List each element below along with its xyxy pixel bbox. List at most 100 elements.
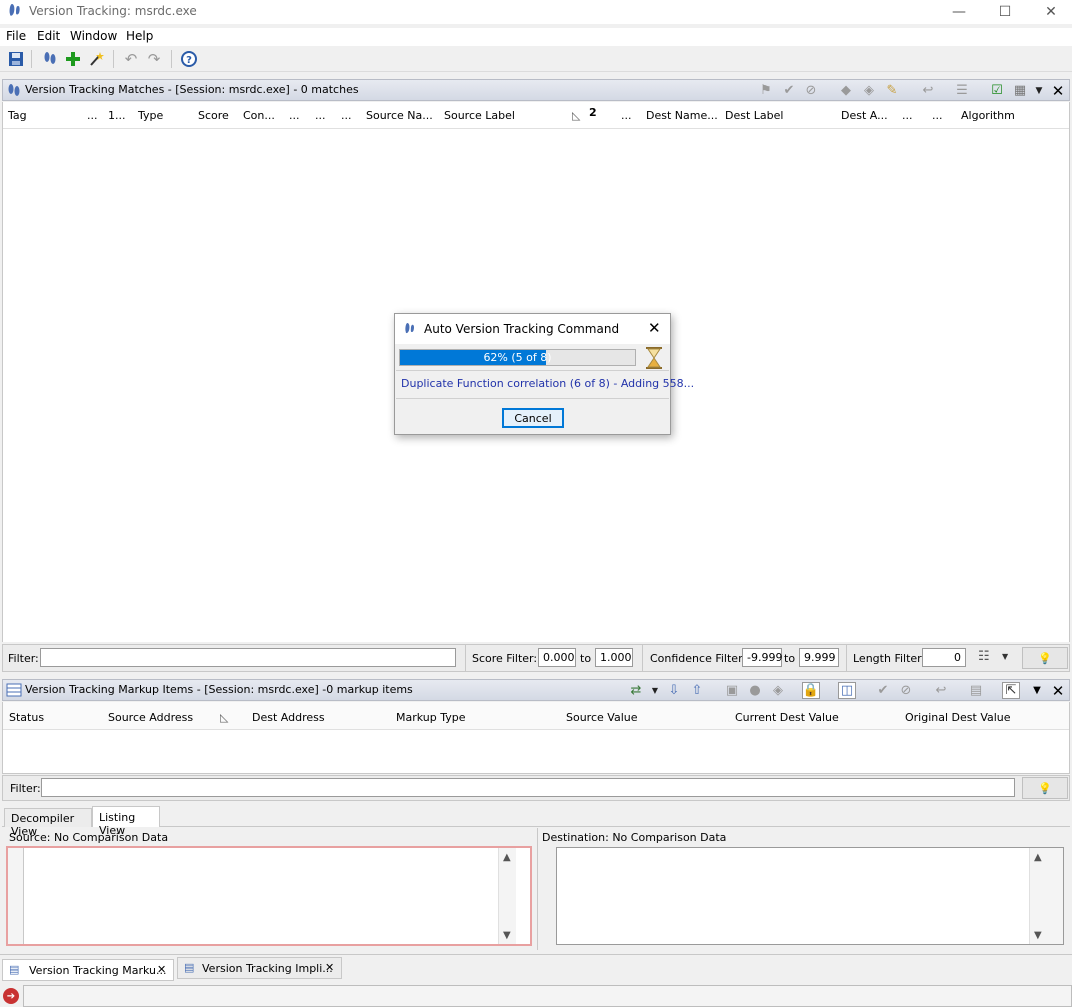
revert-icon[interactable]: ↩ (932, 682, 950, 699)
ghidra-dragon-icon[interactable]: ➔ (3, 988, 19, 1004)
col-dest-name[interactable]: Dest Name... (646, 109, 718, 122)
col-markup-type[interactable]: Markup Type (396, 711, 466, 724)
undo-icon[interactable]: ↶ (121, 49, 141, 69)
col-original-dest-value[interactable]: Original Dest Value (905, 711, 1011, 724)
col-type[interactable]: Type (138, 109, 163, 122)
matches-filter-bar: Filter: Score Filter: 0.000 to 1.000 Con… (2, 644, 1070, 672)
col-dest-address[interactable]: Dest A... (841, 109, 888, 122)
panel-close-icon[interactable]: ✕ (1049, 682, 1067, 700)
col-score[interactable]: Score (198, 109, 229, 122)
markup-filter-input[interactable] (41, 778, 1015, 797)
circle-icon[interactable]: ● (746, 682, 764, 699)
col-tag[interactable]: Tag (8, 109, 27, 122)
col-ellipsis[interactable]: ... (87, 109, 98, 122)
cursor-icon[interactable]: ⇱ (1002, 682, 1020, 699)
flag-icon[interactable]: ⚑ (757, 82, 775, 99)
col-source-name[interactable]: Source Na... (366, 109, 433, 122)
minimize-button[interactable]: — (936, 0, 982, 24)
footprints-icon[interactable] (40, 49, 60, 69)
col-dest-label[interactable]: Dest Label (725, 109, 783, 122)
length-filter-input[interactable]: 0 (922, 648, 966, 667)
title-bar: Version Tracking: msrdc.exe — ☐ ✕ (0, 0, 1072, 24)
col-status[interactable]: Status (9, 711, 44, 724)
import-icon[interactable]: ⇩ (665, 682, 683, 699)
menu-edit[interactable]: Edit (37, 29, 60, 43)
diamond-icon[interactable]: ◈ (769, 682, 787, 699)
source-listing[interactable]: ▲ ▼ (6, 846, 532, 946)
help-icon[interactable]: ? (179, 49, 199, 69)
tab-listing-view[interactable]: Listing View (92, 806, 160, 837)
export-icon[interactable]: ⇧ (688, 682, 706, 699)
dropdown-arrow-icon[interactable]: ▼ (1030, 82, 1048, 99)
dialog-close-icon[interactable]: ✕ (648, 319, 661, 337)
col-ellipsis[interactable]: ... (932, 109, 943, 122)
dropdown-arrow-icon[interactable]: ▼ (1028, 682, 1046, 699)
col-2[interactable]: 2 (589, 106, 597, 119)
confidence-min-input[interactable]: -9.999 (742, 648, 782, 667)
col-ellipsis[interactable]: ... (341, 109, 352, 122)
filter-settings-icon[interactable]: ☷ (978, 649, 998, 667)
destination-scrollbar[interactable]: ▲ ▼ (1029, 848, 1063, 944)
accept-check-icon[interactable]: ✔ (780, 82, 798, 99)
checkbox-icon[interactable]: ☑ (988, 82, 1006, 99)
matches-filter-input[interactable] (40, 648, 456, 667)
col-current-dest-value[interactable]: Current Dest Value (735, 711, 839, 724)
scroll-down-icon[interactable]: ▼ (503, 930, 511, 941)
col-ellipsis[interactable]: ... (902, 109, 913, 122)
tag-icon[interactable]: ◆ (837, 82, 855, 99)
panel-close-icon[interactable]: ✕ (1049, 82, 1067, 100)
dropdown-arrow-icon[interactable]: ▼ (646, 682, 664, 699)
col-ellipsis[interactable]: ... (315, 109, 326, 122)
save-icon[interactable] (6, 49, 26, 69)
table-options-icon[interactable]: ▦ (1011, 82, 1029, 99)
col-ellipsis[interactable]: ... (621, 109, 632, 122)
grid-icon[interactable]: ▣ (723, 682, 741, 699)
scroll-up-icon[interactable]: ▲ (503, 852, 511, 863)
source-scrollbar[interactable]: ▲ ▼ (498, 848, 516, 944)
scroll-up-icon[interactable]: ▲ (1034, 852, 1042, 863)
score-min-input[interactable]: 0.000 (538, 648, 576, 667)
markup-table[interactable]: Status Source Address ◺ Dest Address Mar… (2, 702, 1070, 774)
menu-help[interactable]: Help (126, 29, 153, 43)
cancel-button[interactable]: Cancel (502, 408, 564, 428)
edit-tag-icon[interactable]: ✎ (883, 82, 901, 99)
dropdown-arrow-icon[interactable]: ▼ (1002, 652, 1008, 661)
scroll-down-icon[interactable]: ▼ (1034, 930, 1042, 941)
lightbulb-icon[interactable]: 💡 (1022, 777, 1068, 799)
accept-check-icon[interactable]: ✔ (874, 682, 892, 699)
layout-icon[interactable]: ◫ (838, 682, 856, 699)
col-ellipsis[interactable]: ... (289, 109, 300, 122)
tab-markup-items[interactable]: ▤ Version Tracking Marku... ✕ (2, 959, 174, 981)
list-icon[interactable]: ☰ (953, 82, 971, 99)
revert-icon[interactable]: ↩ (919, 82, 937, 99)
col-source-value[interactable]: Source Value (566, 711, 637, 724)
col-confidence[interactable]: Con... (243, 109, 275, 122)
redo-icon[interactable]: ↷ (144, 49, 164, 69)
apply-markup-icon[interactable]: ⇄ (627, 682, 645, 699)
tab-close-icon[interactable]: ✕ (325, 961, 334, 974)
page-icon[interactable]: ▤ (967, 682, 985, 699)
lock-icon[interactable]: 🔒 (802, 682, 820, 699)
menu-file[interactable]: File (6, 29, 26, 43)
tab-decompiler-view[interactable]: Decompiler View (4, 808, 92, 838)
tab-close-icon[interactable]: ✕ (157, 963, 166, 976)
col-dest-address[interactable]: Dest Address (252, 711, 325, 724)
menu-window[interactable]: Window (70, 29, 117, 43)
reject-icon[interactable]: ⊘ (802, 82, 820, 99)
close-button[interactable]: ✕ (1028, 0, 1072, 24)
col-source-label[interactable]: Source Label (444, 109, 515, 122)
col-algorithm[interactable]: Algorithm (961, 109, 1015, 122)
destination-listing[interactable]: ▲ ▼ (556, 847, 1064, 945)
add-plus-icon[interactable] (63, 49, 83, 69)
score-max-input[interactable]: 1.000 (595, 648, 633, 667)
col-source-address[interactable]: Source Address (108, 711, 193, 724)
menu-bar: File Edit Window Help (0, 28, 1072, 46)
tags-icon[interactable]: ◈ (860, 82, 878, 99)
reject-icon[interactable]: ⊘ (897, 682, 915, 699)
magic-wand-icon[interactable] (86, 49, 106, 69)
lightbulb-icon[interactable]: 💡 (1022, 647, 1068, 669)
confidence-max-input[interactable]: 9.999 (799, 648, 839, 667)
maximize-button[interactable]: ☐ (982, 0, 1028, 24)
tab-implied-matches[interactable]: ▤ Version Tracking Impli... ✕ (177, 957, 342, 979)
col-1[interactable]: 1... (108, 109, 126, 122)
